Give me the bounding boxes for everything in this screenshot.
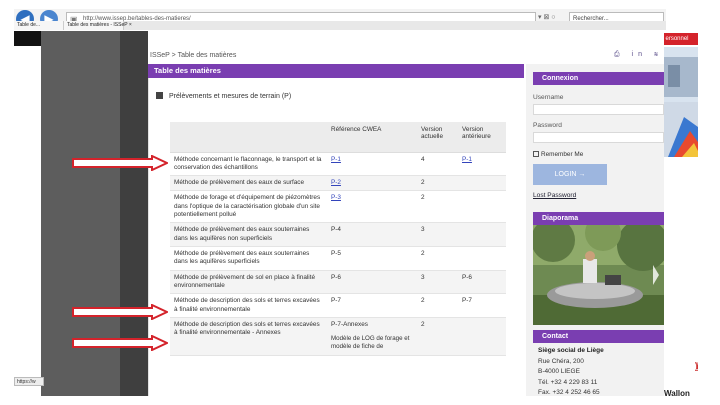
current-version: 2 (417, 246, 458, 271)
previous-version[interactable]: P-7 (458, 293, 506, 319)
table-row: Méthode de prélèvement des eaux souterra… (170, 222, 506, 248)
previous-version (458, 190, 506, 224)
password-label: Password (533, 122, 562, 129)
current-version: 2 (417, 293, 458, 319)
method-description: Méthode de description des sols et terre… (170, 293, 327, 319)
login-button[interactable]: LOGIN → (533, 164, 607, 185)
table-row: Méthode de prélèvement de sol en place à… (170, 270, 506, 295)
previous-version (458, 222, 506, 248)
method-description: Méthode de prélèvement des eaux souterra… (170, 246, 327, 271)
reference-cell[interactable]: P-3 (327, 190, 417, 224)
section-title: Prélèvements et mesures de terrain (P) (169, 93, 292, 100)
breadcrumb[interactable]: ISSeP > Table des matières (150, 52, 236, 59)
reference-cell: P-4 (327, 222, 417, 248)
reference-text: P-6 (331, 273, 341, 281)
remember-me[interactable]: Remember Me (533, 151, 583, 158)
previous-text[interactable]: P-7 (462, 297, 472, 304)
current-version: 2 (417, 317, 458, 356)
reference-cell: P-7 (327, 293, 417, 319)
method-description: Méthode de forage et d'équipement de pié… (170, 190, 327, 224)
contact-tel: Tél. +32 4 229 83 11 (538, 378, 598, 386)
site-header (148, 31, 664, 47)
current-version: 2 (417, 175, 458, 192)
remember-checkbox[interactable] (533, 151, 539, 157)
browser-tab-strip: Table de... Table des matières - ISSeP × (14, 21, 666, 30)
previous-link[interactable]: P-1 (462, 156, 472, 163)
table-row: Méthode de description des sols et terre… (170, 317, 506, 356)
remember-label: Remember Me (541, 151, 584, 158)
header-desc (170, 122, 327, 153)
status-url: https://w (14, 377, 44, 386)
method-description: Méthode de prélèvement des eaux de surfa… (170, 175, 327, 192)
previous-version (458, 246, 506, 271)
previous-version[interactable]: P-6 (458, 270, 506, 295)
reference-text: P-7 (331, 297, 341, 305)
contact-street: Rue Chéra, 200 (538, 357, 584, 365)
page-title: Table des matières (148, 64, 524, 78)
address-tools[interactable]: ▾ ⊠ ○ (538, 13, 556, 21)
password-input[interactable] (533, 132, 664, 143)
table-row: Méthode de description des sols et terre… (170, 293, 506, 319)
method-description: Méthode concernant le flaconnage, le tra… (170, 152, 327, 177)
login-header: Connexion (533, 72, 664, 85)
diaporama-header: Diaporama (533, 212, 664, 225)
previous-version[interactable]: P-1 (458, 152, 506, 177)
header-ref: Référence CWEA (327, 122, 417, 153)
previous-version (458, 317, 506, 356)
table-header-row: Référence CWEA Version actuelle Version … (170, 122, 506, 153)
right-blank (664, 157, 698, 357)
username-input[interactable] (533, 104, 664, 115)
reference-text: P-4 (331, 226, 341, 234)
contact-city: B-4000 LIEGE (538, 368, 580, 375)
reference-text: P-7-Annexes (331, 321, 368, 329)
reference-text: P-5 (331, 250, 341, 258)
section-header[interactable]: Prélèvements et mesures de terrain (P) (156, 92, 291, 100)
contact-fax: Fax. +32 4 252 46 65 (538, 389, 600, 396)
contact-name: Siège social de Liège (538, 347, 604, 354)
reference-link[interactable]: P-2 (331, 179, 341, 186)
left-dark-block (14, 31, 41, 46)
table-row: Méthode de forage et d'équipement de pié… (170, 190, 506, 224)
red-arrow-icon (72, 304, 168, 320)
contact-block: Siège social de Liège Rue Chéra, 200 B-4… (538, 346, 604, 399)
reference-cell: P-5 (327, 246, 417, 271)
diaporama-photo[interactable] (533, 225, 664, 325)
reference-note: Modèle de LOG de forage et modèle de fic… (331, 335, 410, 351)
browser-tab[interactable]: Table de... (14, 21, 64, 30)
red-arrow-icon (72, 335, 168, 351)
contact-header: Contact (533, 330, 664, 343)
table-row: Méthode de prélèvement des eaux souterra… (170, 246, 506, 271)
side-banner-image (664, 47, 698, 157)
header-current: Version actuelle (417, 122, 458, 153)
left-white-strip (14, 46, 41, 375)
current-version: 4 (417, 152, 458, 177)
browser-tab-active[interactable]: Table des matières - ISSeP × (64, 21, 132, 30)
current-version: 3 (417, 270, 458, 295)
reference-link[interactable]: P-3 (331, 194, 341, 201)
table-row: Méthode de prélèvement des eaux de surfa… (170, 175, 506, 192)
reference-link[interactable]: P-1 (331, 156, 341, 163)
wallonie-logo: Wallon (664, 389, 690, 398)
method-description: Méthode de description des sols et terre… (170, 317, 327, 356)
screenshot-stage: { "browser": { "back_icon": "back-arrow-… (0, 0, 720, 405)
previous-version (458, 175, 506, 192)
previous-text[interactable]: P-6 (462, 274, 472, 281)
lost-password-link[interactable]: Lost Password (533, 192, 576, 199)
method-description: Méthode de prélèvement des eaux souterra… (170, 222, 327, 248)
right-margin (698, 31, 720, 405)
methods-table: Référence CWEA Version actuelle Version … (170, 122, 506, 356)
reference-cell[interactable]: P-2 (327, 175, 417, 192)
current-version: 3 (417, 222, 458, 248)
red-arrow-icon (72, 155, 168, 171)
current-version: 2 (417, 190, 458, 224)
collapse-icon[interactable] (156, 92, 163, 99)
method-description: Méthode de prélèvement de sol en place à… (170, 270, 327, 295)
table-row: Méthode concernant le flaconnage, le tra… (170, 152, 506, 177)
reference-cell[interactable]: P-1 (327, 152, 417, 177)
username-label: Username (533, 94, 564, 101)
reference-cell: P-7-Annexes Modèle de LOG de forage et mo… (327, 317, 417, 356)
reference-cell: P-6 (327, 270, 417, 295)
header-previous: Version antérieure (458, 122, 506, 153)
